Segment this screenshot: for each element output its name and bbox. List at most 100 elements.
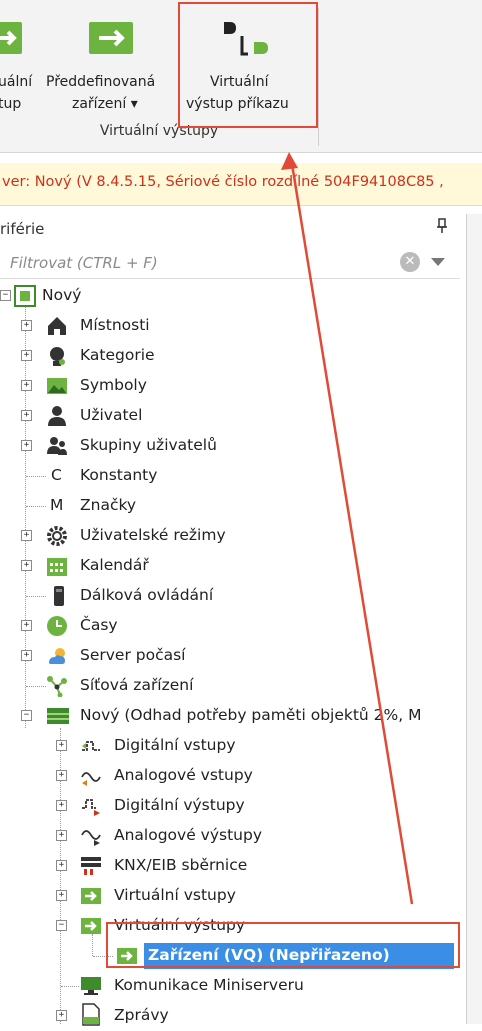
expand-icon[interactable]: + — [21, 530, 32, 541]
tree-item-label: Virtuální vstupy — [114, 886, 236, 904]
tree-item-label: KNX/EIB sběrnice — [114, 856, 248, 874]
collapse-icon[interactable]: − — [56, 920, 67, 931]
tree-item-user-groups[interactable]: + Skupiny uživatelů — [0, 432, 460, 460]
predefined-devices-button[interactable]: Předdefinovaná zařízení ▾ — [44, 20, 176, 120]
category-icon — [46, 345, 68, 367]
arrow-right-icon — [89, 22, 133, 54]
weather-icon — [46, 645, 68, 667]
filter-dropdown-icon[interactable] — [431, 258, 445, 266]
tree-item-remotes[interactable]: Dálková ovládání — [0, 582, 460, 610]
calendar-icon — [46, 555, 68, 577]
tree-item-weather-server[interactable]: + Server počasí — [0, 642, 460, 670]
virtual-input-ribbon-button[interactable]: uální tup — [0, 20, 40, 120]
tree-filter: ✕ — [0, 248, 460, 279]
tree-item-symbols[interactable]: + Symboly — [0, 372, 460, 400]
tree-item-label: Uživatelské režimy — [80, 526, 226, 544]
tree-item-label: Kalendář — [80, 556, 149, 574]
tree-root[interactable]: − Nový — [0, 282, 460, 310]
status-text: ver: Nový (V 8.4.5.15, Sériové číslo roz… — [2, 174, 444, 190]
digital-output-icon — [80, 795, 102, 817]
arrow-right-icon — [0, 22, 22, 54]
ribbon-button-label: zařízení ▾ — [72, 96, 138, 112]
tree-item-label: Časy — [80, 616, 118, 634]
tree-connector — [26, 596, 46, 597]
expand-icon[interactable]: + — [56, 740, 67, 751]
digital-input-icon — [80, 735, 102, 757]
tree-item-label: Nový (Odhad potřeby paměti objektů 2%, M — [80, 706, 422, 724]
expand-icon[interactable]: + — [56, 890, 67, 901]
expand-icon[interactable]: + — [56, 860, 67, 871]
m-icon: M — [50, 496, 64, 514]
tree-item-network-devices[interactable]: Síťová zařízení — [0, 672, 460, 700]
tree-item-digital-inputs[interactable]: + Digitální vstupy — [0, 732, 460, 760]
expand-icon[interactable]: + — [21, 350, 32, 361]
annotation-box-tree-item — [106, 922, 460, 968]
clear-filter-icon[interactable]: ✕ — [400, 252, 420, 272]
expand-icon[interactable]: + — [21, 380, 32, 391]
tree-item-digital-outputs[interactable]: + Digitální výstupy — [0, 792, 460, 820]
tree-item-label: Konstanty — [80, 466, 158, 484]
tree-item-label: Digitální výstupy — [114, 796, 245, 814]
home-icon — [46, 315, 68, 337]
tree-item-label: Digitální vstupy — [114, 736, 236, 754]
tree-item-label: Uživatel — [80, 406, 143, 424]
tree-item-messages[interactable]: + Zprávy — [0, 1002, 460, 1030]
tree-connector — [61, 986, 79, 987]
tree-item-rooms[interactable]: + Místnosti — [0, 312, 460, 340]
ribbon-separator — [318, 8, 319, 146]
tree-item-knx-bus[interactable]: + KNX/EIB sběrnice — [0, 852, 460, 880]
image-icon — [46, 375, 68, 397]
tree-item-user[interactable]: + Uživatel — [0, 402, 460, 430]
c-icon: C — [51, 466, 62, 484]
tree-item-user-modes[interactable]: + Uživatelské režimy — [0, 522, 460, 550]
tree-item-analog-inputs[interactable]: + Analogové vstupy — [0, 762, 460, 790]
expand-icon[interactable]: + — [56, 830, 67, 841]
annotation-box-ribbon — [178, 2, 318, 128]
tree-item-label: Symboly — [80, 376, 147, 394]
tree-item-calendar[interactable]: + Kalendář — [0, 552, 460, 580]
filter-input[interactable] — [8, 250, 392, 276]
tree-item-virtual-inputs[interactable]: + Virtuální vstupy — [0, 882, 460, 910]
tree-item-miniserver-communication[interactable]: Komunikace Miniserveru — [0, 972, 460, 1000]
expand-icon[interactable]: + — [21, 560, 32, 571]
virtual-input-icon — [80, 885, 102, 907]
expand-icon[interactable]: + — [21, 440, 32, 451]
expand-icon[interactable]: + — [56, 770, 67, 781]
pin-icon[interactable] — [436, 218, 448, 238]
tree-item-label: Zprávy — [114, 1006, 169, 1024]
ribbon-button-label: uální — [0, 74, 33, 90]
connection-status-bar: ver: Nový (V 8.4.5.15, Sériové číslo roz… — [0, 163, 482, 206]
document-area-edge — [466, 214, 482, 1024]
remote-icon — [48, 585, 70, 607]
collapse-icon[interactable]: − — [21, 710, 32, 721]
tree-item-analog-outputs[interactable]: + Analogové výstupy — [0, 822, 460, 850]
expand-icon[interactable]: + — [21, 320, 32, 331]
tree-item-times[interactable]: + Časy — [0, 612, 460, 640]
expand-icon[interactable]: + — [21, 410, 32, 421]
tree-connector — [26, 506, 46, 507]
ribbon-button-label: tup — [0, 96, 22, 112]
tree-item-constants[interactable]: C Konstanty — [0, 462, 460, 490]
tree-connector — [26, 686, 46, 687]
analog-input-icon — [80, 765, 102, 787]
gear-icon — [46, 525, 68, 547]
periphery-panel-header: riférie — [0, 214, 462, 244]
tree-item-label: Nový — [42, 286, 82, 304]
expand-icon[interactable]: + — [21, 650, 32, 661]
tree-item-label: Server počasí — [80, 646, 186, 664]
expand-icon[interactable]: + — [21, 620, 32, 631]
tree-item-categories[interactable]: + Kategorie — [0, 342, 460, 370]
tree-item-label: Analogové výstupy — [114, 826, 263, 844]
tree-item-flags[interactable]: M Značky — [0, 492, 460, 520]
expand-icon[interactable]: + — [56, 800, 67, 811]
user-icon — [46, 405, 68, 427]
analog-output-icon — [80, 825, 102, 847]
panel-title: riférie — [0, 220, 45, 238]
collapse-icon[interactable]: − — [0, 290, 11, 301]
network-icon — [46, 675, 68, 698]
knx-icon — [80, 855, 102, 877]
tree-connector — [26, 476, 46, 477]
expand-icon[interactable]: + — [56, 1010, 67, 1021]
tree-item-miniserver[interactable]: − Nový (Odhad potřeby paměti objektů 2%,… — [0, 702, 462, 730]
miniserver-icon — [46, 705, 69, 727]
